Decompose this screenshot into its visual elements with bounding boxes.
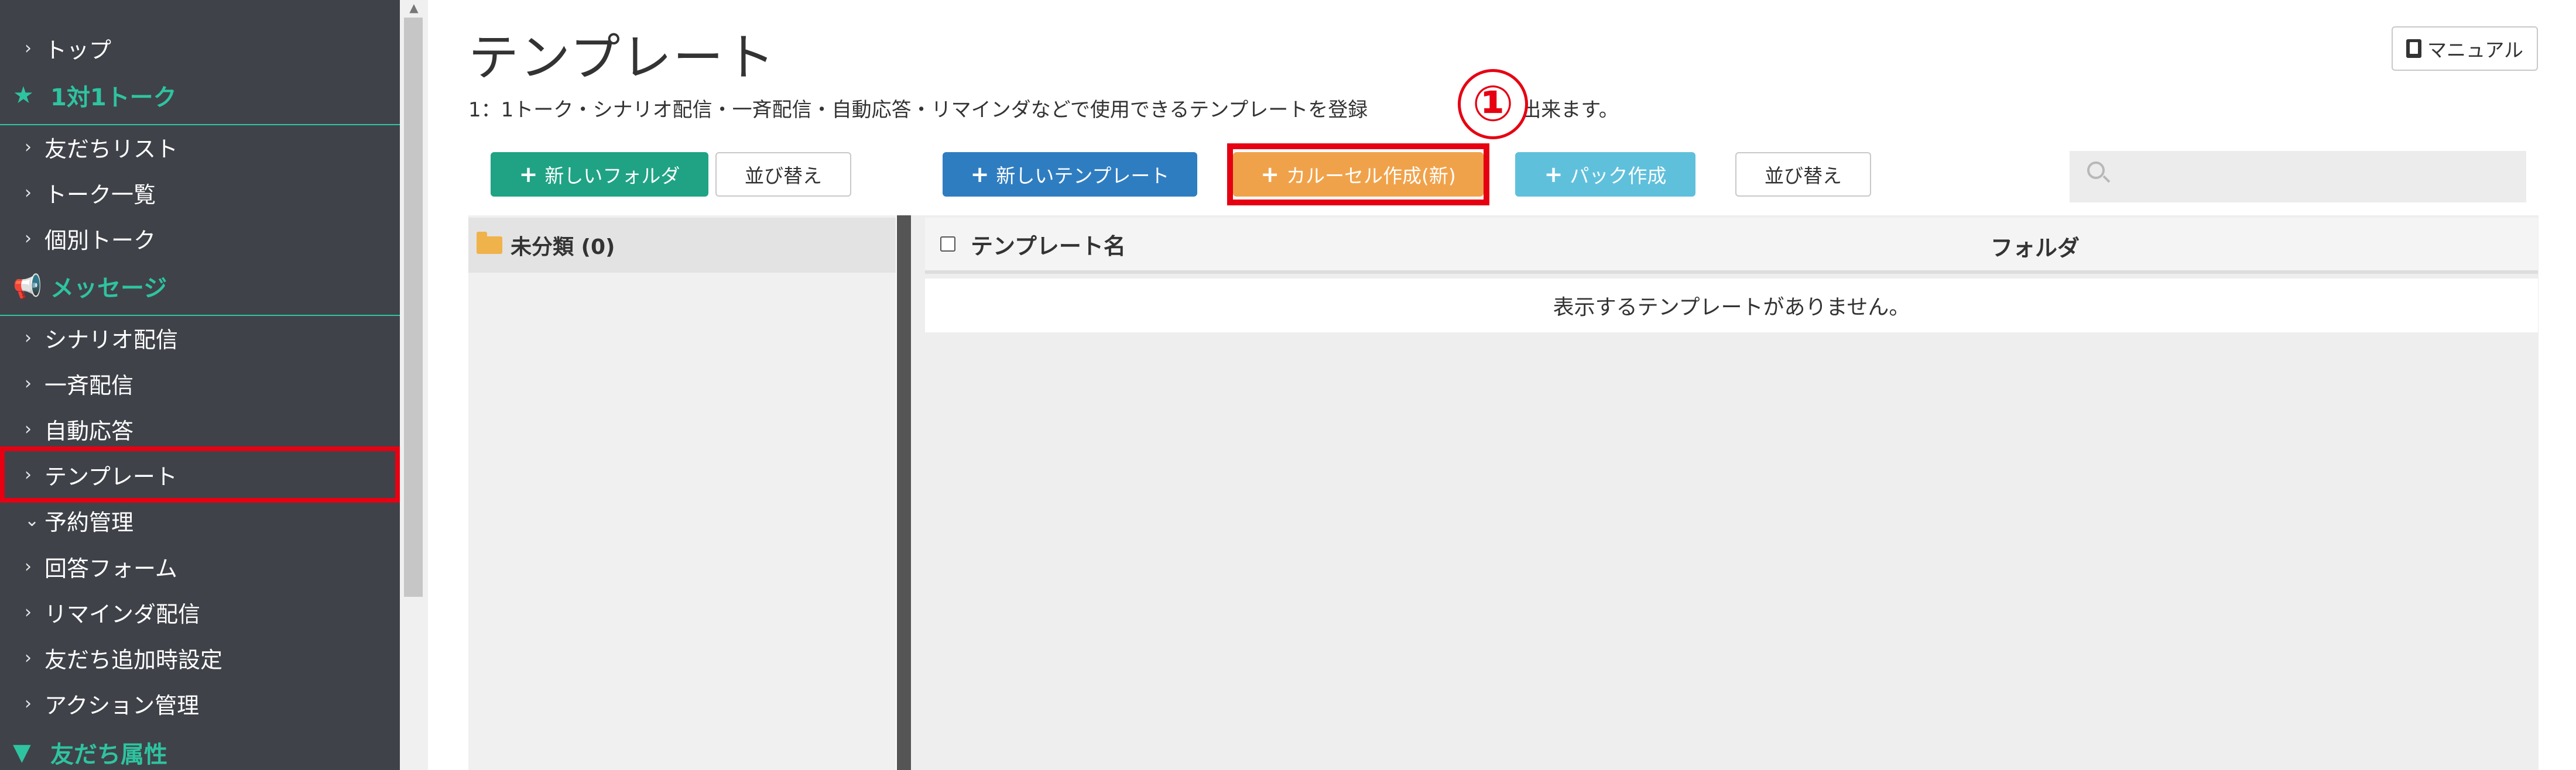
plus-icon: + bbox=[519, 161, 538, 187]
chevron-right-icon: › bbox=[25, 327, 32, 348]
sidebar-section-label: 1対1トーク bbox=[50, 84, 177, 111]
chevron-right-icon: › bbox=[25, 373, 32, 394]
sort-templates-button[interactable]: 並び替え bbox=[1735, 152, 1871, 197]
empty-message: 表示するテンプレートがありません。 bbox=[925, 279, 2538, 332]
sidebar-item-reminder[interactable]: › リマインダ配信 bbox=[0, 594, 400, 630]
chevron-right-icon: › bbox=[25, 136, 32, 157]
sidebar-item-label: テンプレート bbox=[44, 463, 177, 490]
new-folder-label: 新しいフォルダ bbox=[544, 164, 680, 187]
chevron-right-icon: › bbox=[25, 228, 32, 249]
chevron-right-icon: › bbox=[25, 464, 32, 485]
search-icon bbox=[2087, 161, 2105, 179]
chevron-right-icon: › bbox=[25, 647, 32, 668]
new-template-button[interactable]: + 新しいテンプレート bbox=[943, 152, 1197, 197]
step-number-badge: ① bbox=[1458, 69, 1528, 139]
create-carousel-label: カルーセル作成(新) bbox=[1286, 164, 1456, 187]
sidebar-item-label: 回答フォーム bbox=[44, 555, 177, 582]
megaphone-icon: 📢 bbox=[13, 273, 42, 300]
sidebar-item-label: 予約管理 bbox=[44, 509, 134, 535]
sidebar-item-friend-add-settings[interactable]: › 友だち追加時設定 bbox=[0, 640, 400, 675]
section-divider bbox=[0, 315, 400, 316]
filter-icon: ▼ bbox=[13, 739, 31, 766]
sidebar-item-individual-talk[interactable]: › 個別トーク bbox=[0, 221, 400, 256]
sidebar-item-label: アクション管理 bbox=[44, 692, 200, 719]
chevron-right-icon: › bbox=[25, 37, 32, 59]
new-folder-button[interactable]: + 新しいフォルダ bbox=[491, 152, 708, 197]
search-input[interactable] bbox=[2070, 151, 2526, 202]
sidebar-item-label: 友だちリスト bbox=[44, 136, 179, 162]
page-title: テンプレート bbox=[468, 29, 776, 87]
sidebar-section-label: メッセージ bbox=[50, 275, 167, 302]
page-description: 1：1トーク・シナリオ配信・一斉配信・自動応答・リマインダなどで使用できるテンプ… bbox=[468, 94, 1619, 122]
plus-icon: + bbox=[1544, 161, 1563, 187]
panel-splitter[interactable] bbox=[897, 215, 911, 770]
sidebar-item-label: トーク一覧 bbox=[44, 181, 156, 208]
sort-folders-button[interactable]: 並び替え bbox=[715, 152, 851, 197]
sidebar-item-label: 自動応答 bbox=[44, 418, 134, 444]
select-all-checkbox[interactable] bbox=[940, 236, 955, 252]
sidebar-item-auto-reply[interactable]: › 自動応答 bbox=[0, 411, 400, 446]
sidebar-item-reservation[interactable]: ⌄ 予約管理 bbox=[0, 503, 400, 538]
table-header: テンプレート名 フォルダ bbox=[925, 218, 2538, 274]
sidebar-section-talk: ★ 1対1トーク bbox=[0, 78, 400, 113]
sidebar-item-scenario[interactable]: › シナリオ配信 bbox=[0, 320, 400, 355]
plus-icon: + bbox=[1260, 161, 1280, 187]
sidebar-section-message: 📢 メッセージ bbox=[0, 269, 400, 304]
chevron-right-icon: › bbox=[25, 601, 32, 623]
column-header-template-name: テンプレート名 bbox=[971, 233, 1126, 259]
create-pack-button[interactable]: + パック作成 bbox=[1515, 152, 1695, 197]
plus-icon: + bbox=[970, 161, 989, 187]
sidebar-item-label: トップ bbox=[44, 37, 112, 63]
chevron-right-icon: › bbox=[25, 693, 32, 714]
sidebar: › トップ ★ 1対1トーク › 友だちリスト › トーク一覧 › 個別トーク … bbox=[0, 0, 400, 770]
create-carousel-button[interactable]: + カルーセル作成(新) bbox=[1233, 152, 1484, 197]
new-template-label: 新しいテンプレート bbox=[996, 164, 1170, 187]
sidebar-item-action-management[interactable]: › アクション管理 bbox=[0, 686, 400, 721]
chevron-right-icon: › bbox=[25, 182, 32, 203]
folder-open-icon bbox=[477, 232, 502, 254]
sidebar-item-label: 個別トーク bbox=[44, 227, 156, 253]
manual-button-label: マニュアル bbox=[2427, 39, 2523, 61]
create-pack-label: パック作成 bbox=[1570, 164, 1667, 187]
chevron-right-icon: › bbox=[25, 418, 32, 439]
sidebar-item-friend-list[interactable]: › 友だちリスト bbox=[0, 129, 400, 164]
page-description-text: 1：1トーク・シナリオ配信・一斉配信・自動応答・リマインダなどで使用できるテンプ… bbox=[468, 98, 1368, 122]
sidebar-item-template[interactable]: › テンプレート bbox=[0, 446, 400, 503]
sidebar-item-talk-list[interactable]: › トーク一覧 bbox=[0, 175, 400, 210]
sidebar-item-answer-form[interactable]: › 回答フォーム bbox=[0, 549, 400, 584]
sidebar-item-label: 友だち追加時設定 bbox=[44, 647, 223, 673]
folder-panel bbox=[468, 215, 896, 770]
folder-item-uncategorized[interactable]: 未分類 (0) bbox=[468, 218, 896, 273]
column-header-folder: フォルダ bbox=[1991, 235, 2080, 261]
star-icon: ★ bbox=[13, 82, 34, 109]
scroll-up-arrow-icon[interactable]: ▲ bbox=[405, 0, 423, 15]
book-icon bbox=[2406, 39, 2421, 58]
sidebar-item-top[interactable]: › トップ bbox=[0, 30, 400, 66]
sidebar-item-broadcast[interactable]: › 一斉配信 bbox=[0, 366, 400, 401]
chevron-right-icon: › bbox=[25, 556, 32, 577]
chevron-down-icon: ⌄ bbox=[25, 510, 40, 531]
sidebar-item-label: 一斉配信 bbox=[44, 372, 134, 398]
sidebar-item-label: シナリオ配信 bbox=[44, 326, 179, 353]
sidebar-item-label: リマインダ配信 bbox=[44, 601, 201, 627]
section-divider bbox=[0, 124, 400, 125]
sidebar-section-friend-attributes: ▼ 友だち属性 bbox=[0, 735, 400, 770]
sidebar-section-label: 友だち属性 bbox=[50, 741, 167, 768]
manual-button[interactable]: マニュアル bbox=[2392, 26, 2538, 71]
folder-item-label: 未分類 (0) bbox=[511, 235, 615, 259]
sidebar-scrollbar-thumb[interactable] bbox=[404, 18, 423, 597]
